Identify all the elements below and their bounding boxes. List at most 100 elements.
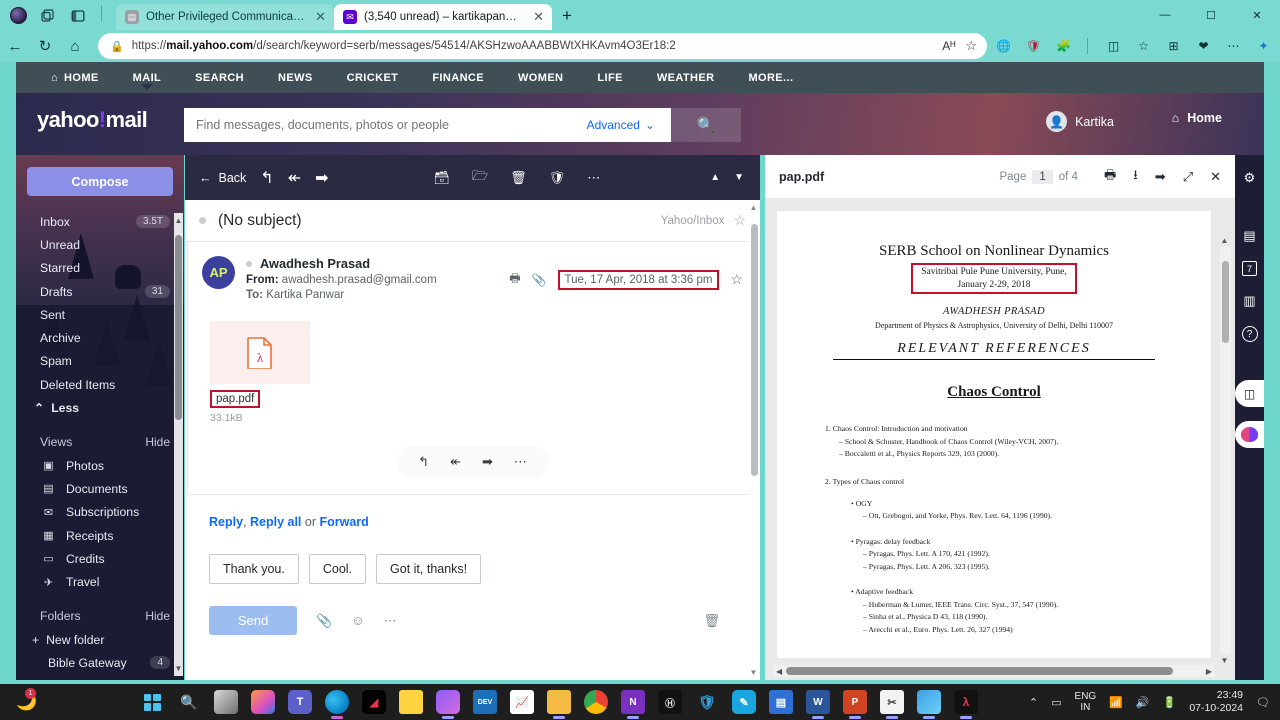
scroll-right-icon[interactable]: ▶: [1206, 667, 1212, 676]
tray-overflow-icon[interactable]: ⌃: [1029, 696, 1038, 709]
acrobat-icon[interactable]: λ: [954, 690, 978, 714]
reply-icon[interactable]: ↰: [260, 168, 273, 188]
smart-reply-got-it[interactable]: Got it, thanks!: [376, 554, 482, 584]
word-icon[interactable]: W: [806, 690, 830, 714]
sidebar-item-inbox[interactable]: Inbox 3.5T: [16, 210, 184, 233]
snipping-tool-icon[interactable]: ✂: [880, 690, 904, 714]
gear-icon[interactable]: ⚙: [1239, 167, 1261, 189]
forward-icon[interactable]: ➡: [315, 168, 328, 188]
nav-item-women[interactable]: WOMEN: [501, 72, 580, 84]
trash-icon[interactable]: 🗑: [510, 170, 527, 186]
add-tab-group-icon[interactable]: ⊞: [1165, 38, 1182, 55]
folders-hide-button[interactable]: Hide: [145, 609, 170, 623]
powerpoint-icon[interactable]: P: [843, 690, 867, 714]
clock[interactable]: 23:49 07-10-2024: [1189, 689, 1243, 715]
forward-icon[interactable]: ➡: [482, 454, 493, 470]
weather-widget[interactable]: 🌙 1: [0, 688, 140, 712]
reply-all-icon[interactable]: ↞: [288, 168, 301, 188]
sidebar-item-receipts[interactable]: ▦ Receipts: [16, 524, 184, 547]
puzzle-icon[interactable]: 🧩: [1055, 38, 1072, 55]
security-icon[interactable]: 🛡: [695, 690, 719, 714]
nav-item-weather[interactable]: WEATHER: [640, 72, 732, 84]
nav-item-mail[interactable]: MAIL: [116, 72, 178, 84]
calendar-icon[interactable]: 7: [1242, 261, 1257, 276]
new-tab-button[interactable]: +: [562, 6, 572, 26]
clipchamp-icon[interactable]: [436, 690, 460, 714]
paperclip-icon[interactable]: 📎: [316, 613, 332, 629]
attachment-name[interactable]: pap.pdf: [210, 390, 261, 408]
star-icon[interactable]: ☆: [730, 271, 743, 288]
advanced-search-toggle[interactable]: Advanced ⌄: [587, 118, 659, 132]
reply-all-icon[interactable]: ↞: [450, 454, 461, 470]
windows-start-icon[interactable]: [140, 690, 164, 714]
help-icon[interactable]: ?: [1241, 326, 1258, 342]
pdf-page-input[interactable]: 1: [1032, 169, 1053, 184]
views-hide-button[interactable]: Hide: [145, 435, 170, 449]
spam-shield-icon[interactable]: 🛡: [549, 170, 566, 186]
language-indicator[interactable]: ENG IN: [1075, 691, 1097, 713]
sidebar-scrollbar[interactable]: ▲ ▼: [174, 213, 183, 676]
maximize-button[interactable]: ☐: [1188, 0, 1234, 30]
battery-icon[interactable]: ▭: [1051, 696, 1061, 709]
star-icon[interactable]: ☆: [733, 212, 746, 229]
chrome-icon[interactable]: [584, 690, 608, 714]
scroll-up-icon[interactable]: ▲: [174, 215, 183, 226]
trash-icon[interactable]: 🗑: [703, 613, 720, 629]
smart-reply-cool[interactable]: Cool.: [308, 554, 367, 584]
scroll-left-icon[interactable]: ◀: [776, 667, 782, 676]
account-menu[interactable]: 👤 Kartika: [1046, 111, 1114, 132]
scrollbar-thumb[interactable]: [1222, 261, 1229, 343]
new-folder-button[interactable]: + New folder: [16, 628, 184, 651]
paperclip-icon[interactable]: 📎: [532, 273, 547, 287]
adobe-icon[interactable]: ◢: [362, 690, 386, 714]
nav-item-search[interactable]: SEARCH: [178, 72, 261, 84]
home-link[interactable]: ⌂ Home: [1172, 111, 1222, 125]
home-icon[interactable]: ⌂: [60, 32, 90, 60]
wifi-icon[interactable]: 📶: [1109, 696, 1123, 709]
close-icon[interactable]: ✕: [533, 9, 544, 25]
address-bar[interactable]: 🔒 https://mail.yahoo.com/d/search/keywor…: [98, 33, 987, 59]
back-icon[interactable]: ←: [0, 32, 30, 60]
scrollbar-thumb[interactable]: [751, 224, 758, 476]
reply-link[interactable]: Reply: [209, 515, 243, 529]
close-icon[interactable]: ✕: [1210, 169, 1221, 185]
scroll-up-icon[interactable]: ▲: [1220, 235, 1229, 246]
sidebar-item-archive[interactable]: Archive: [16, 326, 184, 349]
tab-other-privileged[interactable]: ▤ Other Privileged Communications ✕: [116, 4, 334, 30]
nav-item-more[interactable]: MORE...: [731, 72, 810, 84]
previous-message-icon[interactable]: ▲: [710, 172, 720, 183]
volume-icon[interactable]: 🔊: [1136, 696, 1150, 709]
attachment-thumbnail[interactable]: λ: [210, 321, 310, 384]
sidebar-item-photos[interactable]: ▣ Photos: [16, 454, 184, 477]
charging-icon[interactable]: 🔋: [1163, 696, 1177, 709]
split-screen-icon[interactable]: ◫: [1105, 38, 1122, 55]
send-button[interactable]: Send: [209, 606, 297, 635]
tab-yahoo-mail[interactable]: ✉ (3,540 unread) – kartikapanwar@ ✕: [334, 4, 552, 30]
task-view-icon[interactable]: [214, 690, 238, 714]
star-icon[interactable]: ☆: [965, 38, 977, 54]
unread-dot-icon[interactable]: [199, 217, 206, 224]
browser-essentials-icon[interactable]: ❤: [1195, 38, 1212, 55]
collections-icon[interactable]: ☆: [1135, 38, 1152, 55]
nav-item-finance[interactable]: FINANCE: [415, 72, 501, 84]
scrollbar-thumb[interactable]: [786, 667, 1173, 675]
sidebar-less-toggle[interactable]: ⌃ Less: [16, 396, 184, 419]
split-pane-icon[interactable]: [69, 7, 87, 25]
sidebar-item-credits[interactable]: ▭ Credits: [16, 547, 184, 570]
yahoo-mail-logo[interactable]: yahoo!mail: [37, 107, 148, 133]
sticky-notes-icon[interactable]: [399, 690, 423, 714]
search-box[interactable]: Advanced⌄: [184, 108, 671, 142]
brain-icon[interactable]: [1235, 421, 1264, 448]
scroll-up-icon[interactable]: ▲: [749, 202, 758, 213]
sidebar-item-spam[interactable]: Spam: [16, 350, 184, 373]
scroll-down-icon[interactable]: ▼: [749, 667, 758, 678]
nav-item-life[interactable]: LIFE: [580, 72, 639, 84]
dev-tools-icon[interactable]: DEV: [473, 690, 497, 714]
refresh-icon[interactable]: ↻: [30, 32, 60, 60]
excel-chart-icon[interactable]: 📈: [510, 690, 534, 714]
globe-icon[interactable]: 🌐: [995, 38, 1012, 55]
copilot-icon[interactable]: ✦: [1255, 38, 1272, 55]
nav-item-cricket[interactable]: CRICKET: [330, 72, 416, 84]
sidebar-item-unread[interactable]: Unread: [16, 233, 184, 256]
smart-reply-thank-you[interactable]: Thank you.: [209, 554, 299, 584]
